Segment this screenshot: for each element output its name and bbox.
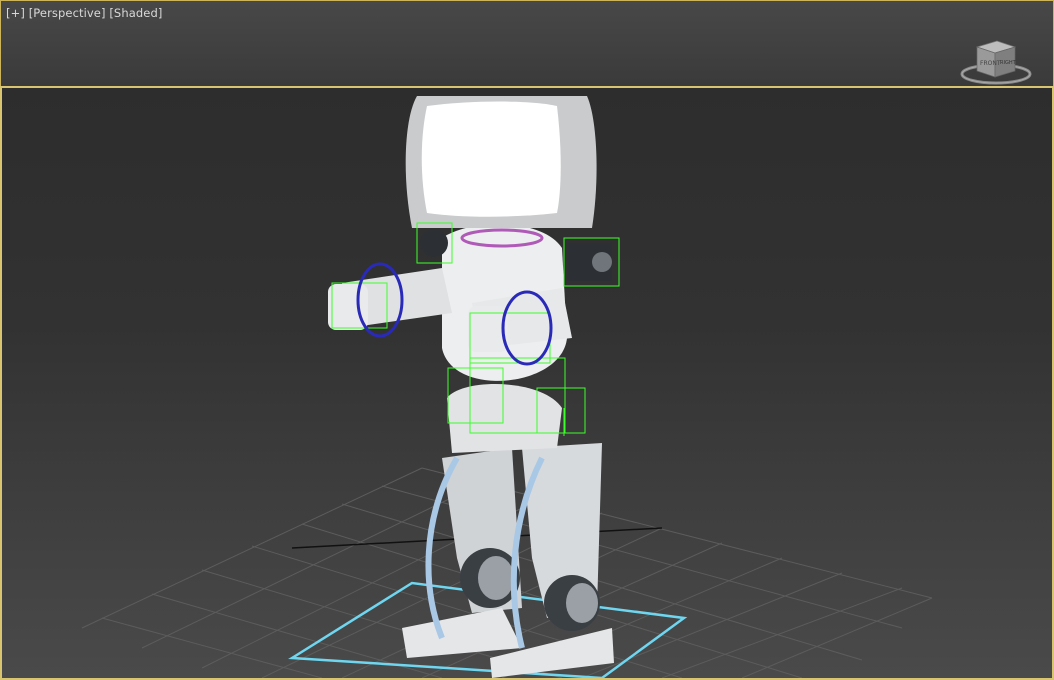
viewport-label: [+] [Perspective] [Shaded]: [6, 6, 162, 20]
viewport-top[interactable]: [+] [Perspective] [Shaded] FRONT RIGHT: [0, 0, 1054, 88]
viewport-perspective[interactable]: [0, 86, 1054, 680]
viewport-view-menu[interactable]: [Perspective]: [29, 6, 106, 20]
viewcube-icon[interactable]: FRONT RIGHT: [959, 37, 1033, 87]
scene-canvas[interactable]: [2, 88, 1052, 678]
viewcube-front-label: FRONT: [980, 60, 1001, 67]
viewport-plus-menu[interactable]: [+]: [6, 6, 25, 20]
viewport-shading-menu[interactable]: [Shaded]: [109, 6, 162, 20]
robot-model[interactable]: [328, 96, 614, 678]
viewcube-right-label: RIGHT: [1000, 60, 1017, 66]
